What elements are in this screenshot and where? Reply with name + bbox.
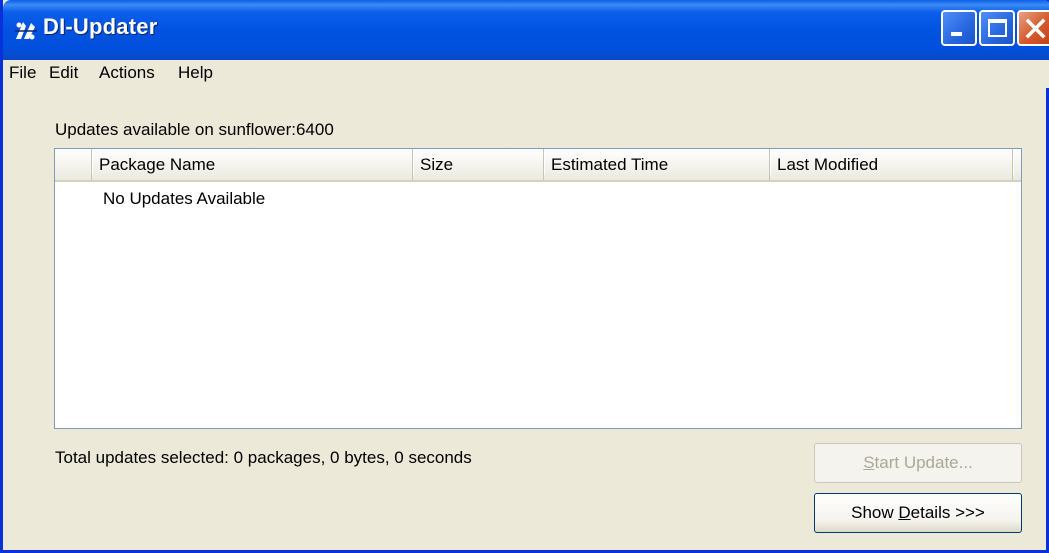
updates-list[interactable]: Package Name Size Estimated Time Last Mo… bbox=[54, 148, 1022, 429]
close-icon bbox=[1025, 18, 1046, 39]
maximize-button[interactable] bbox=[979, 10, 1015, 46]
maximize-icon bbox=[988, 19, 1007, 37]
minimize-button[interactable] bbox=[941, 10, 977, 46]
show-details-button[interactable]: Show Details >>> bbox=[814, 493, 1022, 533]
window-title: DI-Updater bbox=[43, 14, 158, 39]
column-header-estimated-time[interactable]: Estimated Time bbox=[544, 149, 771, 180]
menu-bar: File Edit Actions Help bbox=[3, 60, 1049, 88]
show-details-mnemonic: D bbox=[898, 503, 911, 522]
minimize-icon bbox=[951, 32, 962, 36]
di-updater-logo-icon bbox=[15, 22, 37, 40]
start-update-suffix: tart Update... bbox=[874, 453, 973, 472]
menu-help[interactable]: Help bbox=[176, 63, 215, 83]
title-bar[interactable]: DI-Updater bbox=[3, 0, 1049, 60]
column-header-select[interactable] bbox=[55, 149, 93, 180]
server-label: Updates available on sunflower:6400 bbox=[55, 120, 334, 139]
column-header-last-modified[interactable]: Last Modified bbox=[770, 149, 1014, 180]
close-button[interactable] bbox=[1017, 10, 1049, 46]
empty-list-message: No Updates Available bbox=[103, 189, 266, 208]
menu-edit[interactable]: Edit bbox=[47, 63, 80, 83]
show-details-prefix: Show bbox=[851, 503, 899, 522]
list-header: Package Name Size Estimated Time Last Mo… bbox=[55, 149, 1021, 182]
column-header-package-name[interactable]: Package Name bbox=[92, 149, 414, 180]
selection-summary: Total updates selected: 0 packages, 0 by… bbox=[55, 448, 472, 467]
column-header-size[interactable]: Size bbox=[413, 149, 545, 180]
main-window: DI-Updater File Edit Actions Help Update… bbox=[0, 0, 1049, 553]
menu-file[interactable]: File bbox=[7, 63, 38, 83]
start-update-mnemonic: S bbox=[863, 453, 875, 472]
menu-actions[interactable]: Actions bbox=[97, 63, 157, 83]
start-update-button[interactable]: Start Update... bbox=[814, 443, 1022, 483]
show-details-suffix: etails >>> bbox=[910, 503, 985, 522]
